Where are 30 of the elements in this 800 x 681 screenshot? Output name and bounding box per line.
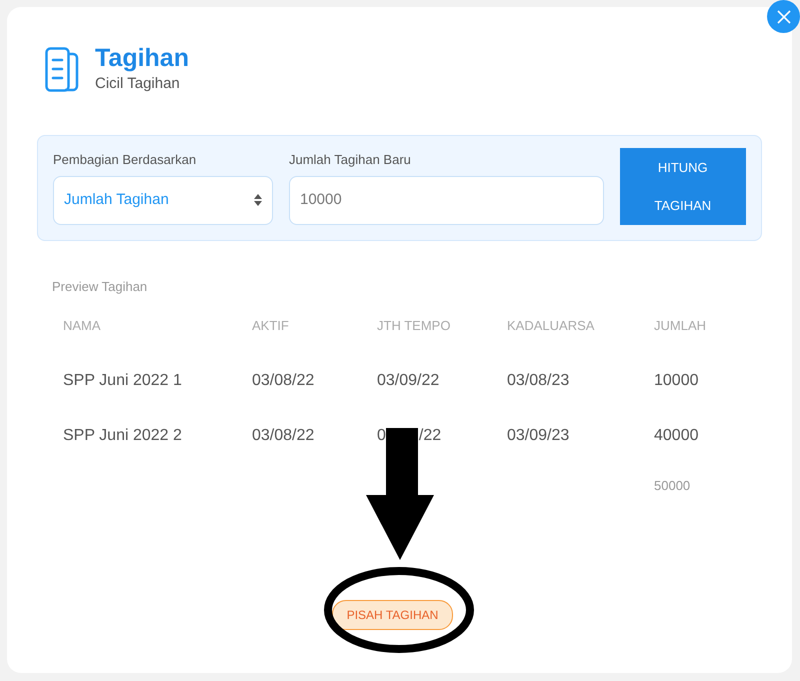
table-cell: SPP Juni 2022 2 <box>63 427 182 444</box>
column-header: AKTIF <box>252 318 289 333</box>
section-title: Preview Tagihan <box>52 278 148 296</box>
sort-caret-icon <box>254 194 262 206</box>
close-icon <box>776 8 792 24</box>
table-cell: 03/09/22 <box>377 372 440 389</box>
dialog-title: Tagihan <box>95 45 189 72</box>
column-header: KADALUARSA <box>507 318 594 333</box>
close-button[interactable] <box>767 0 800 33</box>
table-cell: 03/08/22 <box>252 427 314 444</box>
table-cell: 03/09/23 <box>507 427 570 444</box>
split-select[interactable]: Jumlah Tagihan <box>53 176 273 224</box>
table-cell: 40000 <box>654 427 698 444</box>
table-cell: 03/08/22 <box>252 372 314 389</box>
column-header: JTH TEMPO <box>377 318 450 333</box>
amount-field[interactable]: 10000 <box>288 176 604 224</box>
table-cell: 03/08/23 <box>507 372 570 389</box>
dialog-subtitle: Cicil Tagihan <box>95 74 181 94</box>
document-icon <box>45 47 79 93</box>
field-label: Jumlah Tagihan Baru <box>288 151 412 169</box>
total-amount: 50000 <box>654 478 690 493</box>
table-cell: 10000 <box>654 372 698 389</box>
table-cell: /22 <box>418 427 442 444</box>
table-cell: 0 <box>377 427 386 444</box>
column-header: JUMLAH <box>654 318 706 333</box>
split-button[interactable]: PISAH TAGIHAN <box>332 600 454 630</box>
table-cell: SPP Juni 2022 1 <box>63 372 182 389</box>
column-header: NAMA <box>63 318 101 333</box>
calculate-button[interactable]: HITUNG TAGIHAN <box>620 148 746 224</box>
field-label: Pembagian Berdasarkan <box>53 151 198 169</box>
